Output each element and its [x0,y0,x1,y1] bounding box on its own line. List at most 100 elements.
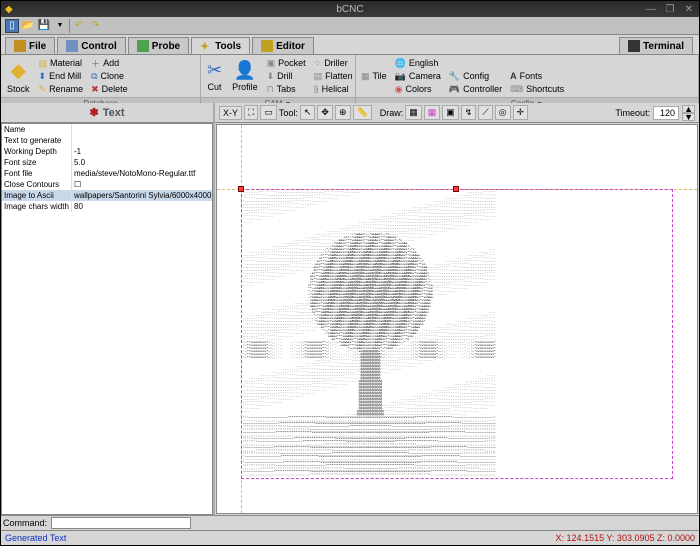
tool-select-button[interactable]: ↖ [300,105,316,120]
stock-label: Stock [7,84,30,94]
tabs-button[interactable]: ⊓Tabs [264,83,309,95]
property-row[interactable]: Image chars width80 [2,201,212,212]
redo-icon[interactable]: ↷ [88,19,102,33]
timeout-value[interactable]: 120 [653,106,679,120]
new-icon[interactable]: ▯ [5,19,19,33]
property-value[interactable]: ☐ [72,179,212,190]
tab-control[interactable]: Control [57,37,126,54]
stock-icon: ◆ [11,58,26,83]
timeout-down-button[interactable]: ▼ [682,113,695,121]
clone-button[interactable]: ⧉Clone [88,70,131,82]
app-window: ◆ bCNC — ❐ ✕ ▯ 📂 💾 ▼ ↶ ↷ File Control Pr… [0,0,700,546]
canvas-area[interactable]: ........```````````---------------------… [216,124,698,514]
controller-button[interactable]: 🎮Controller [446,83,505,95]
save-icon[interactable]: 💾 [37,19,51,33]
tool-origin-button[interactable]: ⊕ [335,105,351,120]
stock-button[interactable]: ◆ Stock [3,57,34,95]
ribbon-toolbar: ◆ Stock ▧Material ⬍End Mill ✎Rename ＋Add… [1,55,699,103]
colors-icon: ◉ [395,84,403,95]
language-button[interactable]: 🌐English [392,57,444,69]
property-row[interactable]: Image to Asciiwallpapers/Santorini Sylvi… [2,190,212,201]
tab-tools[interactable]: ✦ Tools [191,37,250,54]
draw-axes-button[interactable]: ✛ [513,105,529,120]
undo-icon[interactable]: ↶ [72,19,86,33]
property-row[interactable]: Working Depth-1 [2,146,212,157]
left-panel-header[interactable]: ✽ Text [1,103,213,123]
shortcuts-button[interactable]: ⌨Shortcuts [507,83,567,95]
viewplane-button[interactable]: X-Y [219,106,242,120]
property-row[interactable]: Close Contours☐ [2,179,212,190]
text-icon: ✽ [89,106,98,119]
tool-ruler-button[interactable]: 📏 [353,105,372,120]
property-value[interactable]: wallpapers/Santorini Sylvia/6000x4000. [72,190,212,201]
rename-icon: ✎ [39,84,47,95]
fonts-button[interactable]: AFonts [507,70,567,82]
tab-terminal[interactable]: Terminal [619,37,693,54]
rename-button[interactable]: ✎Rename [36,83,87,95]
endmill-button[interactable]: ⬍End Mill [36,70,87,82]
tab-editor[interactable]: Editor [252,37,314,54]
minimize-button[interactable]: — [646,4,656,15]
property-value[interactable] [72,124,212,135]
cut-icon: ✂ [207,60,222,81]
left-panel: ✽ Text NameText to generateWorking Depth… [1,103,215,515]
draw-workarea-button[interactable]: ▣ [442,105,459,120]
property-key: Working Depth [2,146,72,157]
titlebar: ◆ bCNC — ❐ ✕ [1,1,699,17]
window-title: bCNC [336,4,363,15]
property-key: Font size [2,157,72,168]
property-row[interactable]: Name [2,124,212,135]
camera-button[interactable]: 📷Camera [392,70,444,82]
profile-icon: 👤 [234,60,256,81]
maximize-button[interactable]: ❐ [666,4,675,15]
close-button[interactable]: ✕ [685,4,693,15]
draw-probe-button[interactable]: ◎ [495,105,511,120]
tab-file[interactable]: File [5,37,55,54]
pocket-button[interactable]: ▣Pocket [264,57,309,69]
left-panel-title: Text [103,107,125,119]
command-input[interactable] [51,517,191,529]
helical-button[interactable]: §Helical [311,83,356,95]
add-button[interactable]: ＋Add [88,57,131,69]
status-message: Generated Text [5,533,66,543]
tile-button[interactable]: ▦Tile [358,70,390,82]
ascii-art-preview: ........```````````---------------------… [243,191,671,477]
property-row[interactable]: Text to generate [2,135,212,146]
config-button[interactable]: 🔧Config [446,70,505,82]
draw-path-button[interactable]: ↯ [461,105,477,120]
cut-button[interactable]: ✂ Cut [203,59,226,93]
camera-icon: 📷 [395,71,406,82]
open-icon[interactable]: 📂 [21,19,35,33]
draw-rapid-button[interactable]: ⟋ [478,105,492,120]
property-value[interactable]: media/steve/NotoMono-Regular.ttf [72,168,212,179]
add-icon: ＋ [91,57,100,70]
drill-icon: ⬇ [267,71,275,82]
config-icon: 🔧 [449,71,460,82]
drill-button[interactable]: ⬇Drill [264,70,309,82]
property-row[interactable]: Font filemedia/steve/NotoMono-Regular.tt… [2,168,212,179]
property-value[interactable] [72,135,212,146]
property-value[interactable]: 5.0 [72,157,212,168]
fonts-icon: A [510,71,517,81]
dropdown-icon[interactable]: ▼ [53,19,67,33]
endmill-icon: ⬍ [39,71,47,82]
flatten-button[interactable]: ▤Flatten [311,70,356,82]
draw-grid-button[interactable]: ▦ [424,105,441,120]
tab-probe[interactable]: Probe [128,37,189,54]
zoom-select-button[interactable]: ▭ [260,105,277,120]
delete-button[interactable]: ✖Delete [88,83,131,95]
flatten-icon: ▤ [314,71,323,82]
property-value[interactable]: -1 [72,146,212,157]
zoom-fit-button[interactable]: ⛶ [244,105,258,120]
property-value[interactable]: 80 [72,201,212,212]
property-row[interactable]: Font size5.0 [2,157,212,168]
right-panel: X-Y ⛶ ▭ Tool: ↖ ✥ ⊕ 📏 Draw: ▦ ▦ ▣ ↯ ⟋ ◎ … [215,103,699,515]
tool-move-button[interactable]: ✥ [317,105,333,120]
profile-button[interactable]: 👤 Profile [228,59,262,93]
colors-button[interactable]: ◉Colors [392,83,444,95]
material-button[interactable]: ▧Material [36,57,87,69]
draw-margins-button[interactable]: ▦ [405,105,422,120]
toolbar-group-database: ◆ Stock ▧Material ⬍End Mill ✎Rename ＋Add… [1,55,201,102]
driller-button[interactable]: ⁘Driller [311,57,356,69]
property-grid[interactable]: NameText to generateWorking Depth-1Font … [1,123,213,515]
